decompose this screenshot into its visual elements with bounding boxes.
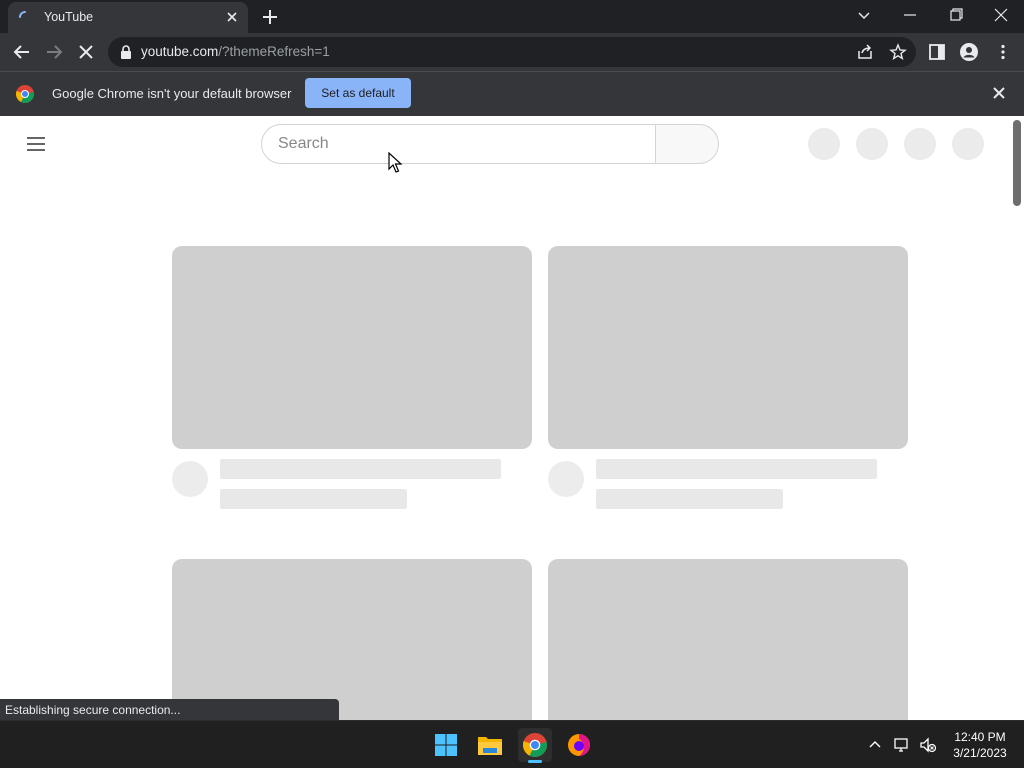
search-input[interactable]: Search bbox=[261, 124, 656, 164]
chrome-icon bbox=[523, 733, 547, 757]
chrome-logo-icon bbox=[16, 85, 34, 103]
restore-icon[interactable] bbox=[944, 4, 968, 26]
tab-title: YouTube bbox=[44, 10, 94, 24]
video-thumbnail-skeleton[interactable] bbox=[548, 559, 908, 720]
header-icon-placeholder[interactable] bbox=[808, 128, 840, 160]
mouse-cursor-icon bbox=[388, 152, 402, 173]
tab-close-icon[interactable] bbox=[224, 9, 240, 25]
tab-youtube[interactable]: YouTube bbox=[8, 2, 248, 33]
chrome-taskbar-button[interactable] bbox=[518, 728, 552, 763]
search-placeholder: Search bbox=[278, 135, 329, 152]
volume-muted-icon[interactable] bbox=[919, 736, 937, 754]
browser-toolbar: youtube.com/?themeRefresh=1 bbox=[0, 33, 1024, 71]
active-indicator bbox=[528, 760, 542, 763]
window-close-icon[interactable] bbox=[989, 4, 1013, 26]
url-path: /?themeRefresh=1 bbox=[218, 44, 330, 59]
minimize-icon[interactable] bbox=[898, 4, 922, 26]
header-icon-placeholder[interactable] bbox=[904, 128, 936, 160]
side-panel-icon[interactable] bbox=[928, 43, 946, 61]
title-line-skeleton bbox=[220, 459, 501, 479]
folder-icon bbox=[478, 737, 502, 755]
scrollbar-track[interactable] bbox=[1010, 116, 1024, 720]
infobar-close-icon[interactable] bbox=[991, 85, 1007, 101]
start-button[interactable] bbox=[429, 728, 463, 762]
system-clock[interactable]: 12:40 PM 3/21/2023 bbox=[946, 729, 1014, 761]
meta-line-skeleton bbox=[596, 489, 783, 509]
meta-line-skeleton bbox=[220, 489, 407, 509]
menu-kebab-icon[interactable] bbox=[994, 43, 1012, 61]
screen: YouTube youtube.com/?themeRefresh=1 Goog… bbox=[0, 0, 1024, 768]
set-as-default-button[interactable]: Set as default bbox=[305, 78, 411, 108]
tab-search-chevron-icon[interactable] bbox=[852, 4, 876, 26]
windows-taskbar: 12:40 PM 3/21/2023 bbox=[0, 720, 1024, 768]
url-host: youtube.com bbox=[141, 44, 219, 59]
tray-overflow-chevron-icon[interactable] bbox=[866, 736, 884, 754]
default-browser-infobar: Google Chrome isn't your default browser… bbox=[0, 71, 1024, 116]
status-bubble: Establishing secure connection... bbox=[0, 699, 339, 720]
clock-date: 3/21/2023 bbox=[953, 746, 1007, 760]
infobar-message: Google Chrome isn't your default browser bbox=[52, 86, 292, 101]
file-explorer-button[interactable] bbox=[473, 728, 507, 762]
firefox-taskbar-button[interactable] bbox=[562, 728, 596, 762]
new-tab-icon[interactable] bbox=[260, 7, 280, 27]
profile-icon[interactable] bbox=[960, 43, 978, 61]
channel-avatar-skeleton bbox=[548, 461, 584, 497]
header-icon-placeholder[interactable] bbox=[856, 128, 888, 160]
windows-logo-icon bbox=[435, 734, 457, 756]
avatar-placeholder[interactable] bbox=[952, 128, 984, 160]
browser-tabstrip: YouTube bbox=[0, 0, 1024, 33]
video-thumbnail-skeleton[interactable] bbox=[172, 246, 532, 449]
address-bar[interactable]: youtube.com/?themeRefresh=1 bbox=[108, 37, 916, 67]
loading-spinner-icon bbox=[19, 11, 26, 18]
share-icon[interactable] bbox=[856, 43, 874, 61]
youtube-page: Search bbox=[0, 116, 1024, 720]
firefox-icon bbox=[568, 734, 590, 756]
search-button[interactable] bbox=[655, 124, 719, 164]
clock-time: 12:40 PM bbox=[954, 730, 1006, 744]
video-thumbnail-skeleton[interactable] bbox=[172, 559, 532, 720]
video-thumbnail-skeleton[interactable] bbox=[548, 246, 908, 449]
back-arrow-icon[interactable] bbox=[11, 41, 33, 63]
network-icon[interactable] bbox=[893, 736, 911, 754]
hamburger-menu-icon[interactable] bbox=[26, 136, 46, 152]
scrollbar-thumb[interactable] bbox=[1013, 120, 1021, 206]
channel-avatar-skeleton bbox=[172, 461, 208, 497]
title-line-skeleton bbox=[596, 459, 877, 479]
forward-arrow-icon[interactable] bbox=[43, 41, 65, 63]
url-text: youtube.com/?themeRefresh=1 bbox=[141, 44, 330, 59]
stop-loading-icon[interactable] bbox=[75, 41, 97, 63]
lock-icon[interactable] bbox=[120, 45, 132, 59]
bookmark-star-icon[interactable] bbox=[889, 43, 907, 61]
